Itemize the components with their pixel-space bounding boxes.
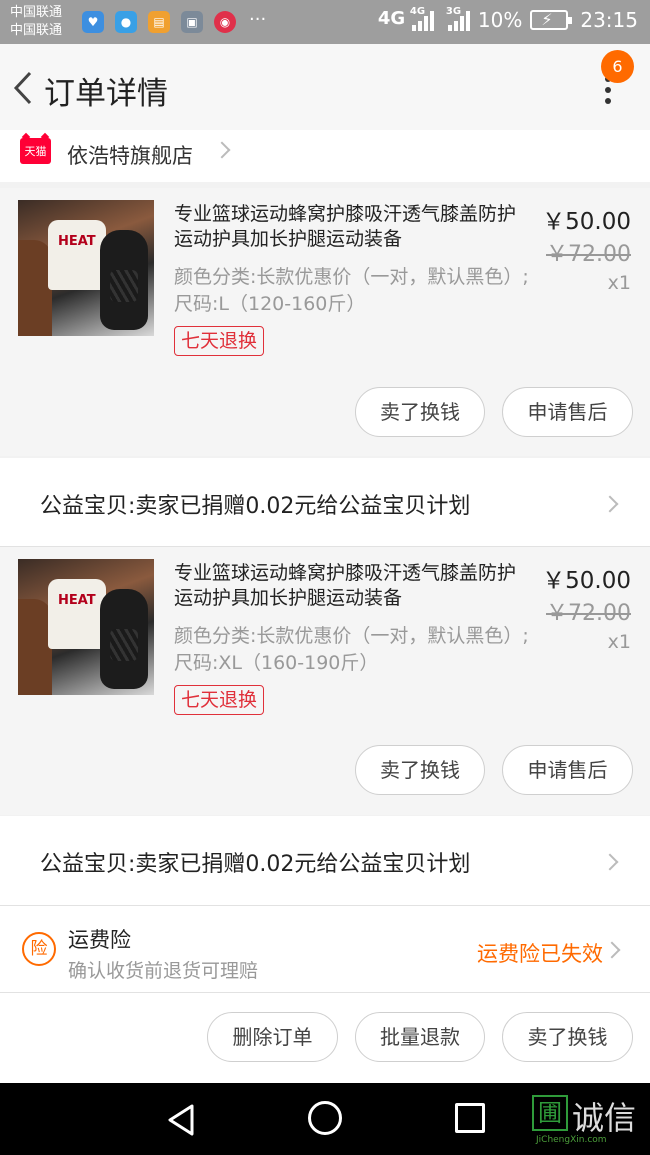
store-name[interactable]: 依浩特旗舰店 (67, 140, 193, 170)
item-quantity: x1 (607, 631, 631, 653)
product-image[interactable]: HEAT (18, 559, 154, 695)
gallery-app-icon: ▣ (181, 11, 203, 33)
item-title[interactable]: 专业篮球运动蜂窝护膝吸汗透气膝盖防护运动护具加长护腿运动装备 (174, 561, 530, 611)
item-spec: 颜色分类:长款优惠价（一对，默认黑色）;尺码:L（120-160斤） (174, 266, 529, 315)
watermark-url: JiChengXin.com (536, 1135, 607, 1145)
seven-day-return-tag: 七天退换 (174, 685, 265, 715)
system-nav-bar: 圃 诚信 JiChengXin.com (0, 1083, 650, 1155)
signal-3g-bars-icon: 3G (446, 6, 470, 31)
health-app-icon: ♥ (82, 11, 104, 33)
notification-icons: ♥ ● ▤ ▣ ◉ ··· (82, 11, 266, 33)
weibo-app-icon: ◉ (214, 11, 236, 33)
file-app-icon: ▤ (148, 11, 170, 33)
item-price: ￥50.00 (542, 209, 631, 235)
chevron-right-icon (601, 853, 619, 871)
insurance-icon: 险 (22, 932, 56, 966)
message-count-badge: 6 (601, 50, 634, 83)
after-sale-button[interactable]: 申请售后 (502, 387, 633, 437)
item-price: ￥50.00 (542, 568, 631, 594)
signal-4g-bars-icon: 4G (410, 6, 434, 31)
product-image[interactable]: HEAT (18, 200, 154, 336)
chevron-right-icon (603, 941, 621, 959)
watermark-box: 圃 (532, 1095, 568, 1131)
tmall-logo-icon: 天猫 (20, 138, 51, 164)
seven-day-return-tag: 七天退换 (174, 326, 265, 356)
clock: 23:15 (580, 8, 638, 32)
sell-button[interactable]: 卖了换钱 (502, 1012, 633, 1062)
chevron-right-icon (213, 141, 231, 159)
item-title[interactable]: 专业篮球运动蜂窝护膝吸汗透气膝盖防护运动护具加长护腿运动装备 (174, 202, 530, 252)
sell-button[interactable]: 卖了换钱 (355, 387, 485, 437)
back-arrow-icon[interactable] (12, 70, 36, 106)
nav-home-icon[interactable] (308, 1101, 342, 1135)
app-header: 订单详情 6 (0, 44, 650, 130)
insurance-title: 运费险 (68, 928, 131, 952)
chevron-right-icon (601, 495, 619, 513)
batch-refund-button[interactable]: 批量退款 (355, 1012, 485, 1062)
carrier-2: 中国联通 (10, 23, 63, 38)
item-original-price: ￥72.00 (546, 601, 631, 626)
nav-recents-icon[interactable] (455, 1103, 485, 1133)
item-quantity: x1 (607, 272, 631, 294)
status-bar: 中国联通 中国联通 ♥ ● ▤ ▣ ◉ ··· 4G 4G 3G 10% ⚡ 2… (0, 0, 650, 44)
delete-order-button[interactable]: 删除订单 (207, 1012, 338, 1062)
nav-back-icon[interactable] (166, 1103, 196, 1137)
item-spec: 颜色分类:长款优惠价（一对，默认黑色）;尺码:XL（160-190斤） (174, 625, 529, 674)
charity-row[interactable]: 公益宝贝:卖家已捐赠0.02元给公益宝贝计划 (0, 816, 650, 906)
insurance-subtitle: 确认收货前退货可理赔 (68, 960, 259, 982)
battery-icon: ⚡ (530, 10, 573, 30)
carrier-1: 中国联通 (10, 5, 63, 20)
signal-4g-icon: 4G (377, 8, 406, 29)
charity-row[interactable]: 公益宝贝:卖家已捐赠0.02元给公益宝贝计划 (0, 458, 650, 548)
store-row[interactable]: 天猫 依浩特旗舰店 (0, 130, 650, 182)
watermark-text: 诚信 (572, 1099, 637, 1137)
page-title: 订单详情 (44, 76, 168, 112)
sell-button[interactable]: 卖了换钱 (355, 745, 485, 795)
status-right: 4G 4G 3G 10% ⚡ 23:15 (377, 6, 638, 32)
order-item[interactable]: HEAT 专业篮球运动蜂窝护膝吸汗透气膝盖防护运动护具加长护腿运动装备 颜色分类… (0, 547, 650, 815)
item-original-price: ￥72.00 (546, 242, 631, 267)
charity-text: 公益宝贝:卖家已捐赠0.02元给公益宝贝计划 (40, 852, 471, 877)
order-item[interactable]: HEAT 专业篮球运动蜂窝护膝吸汗透气膝盖防护运动护具加长护腿运动装备 颜色分类… (0, 188, 650, 456)
more-notifications-icon: ··· (249, 9, 267, 30)
message-app-icon: ● (115, 11, 137, 33)
battery-percent: 10% (477, 8, 523, 32)
carrier-labels: 中国联通 中国联通 (10, 4, 62, 40)
after-sale-button[interactable]: 申请售后 (502, 745, 633, 795)
insurance-status[interactable]: 运费险已失效 (477, 938, 603, 968)
order-actions-bar: 删除订单 批量退款 卖了换钱 (0, 993, 650, 1083)
charity-text: 公益宝贝:卖家已捐赠0.02元给公益宝贝计划 (40, 494, 471, 519)
shipping-insurance-row[interactable]: 险 运费险 确认收货前退货可理赔 运费险已失效 (0, 906, 650, 992)
